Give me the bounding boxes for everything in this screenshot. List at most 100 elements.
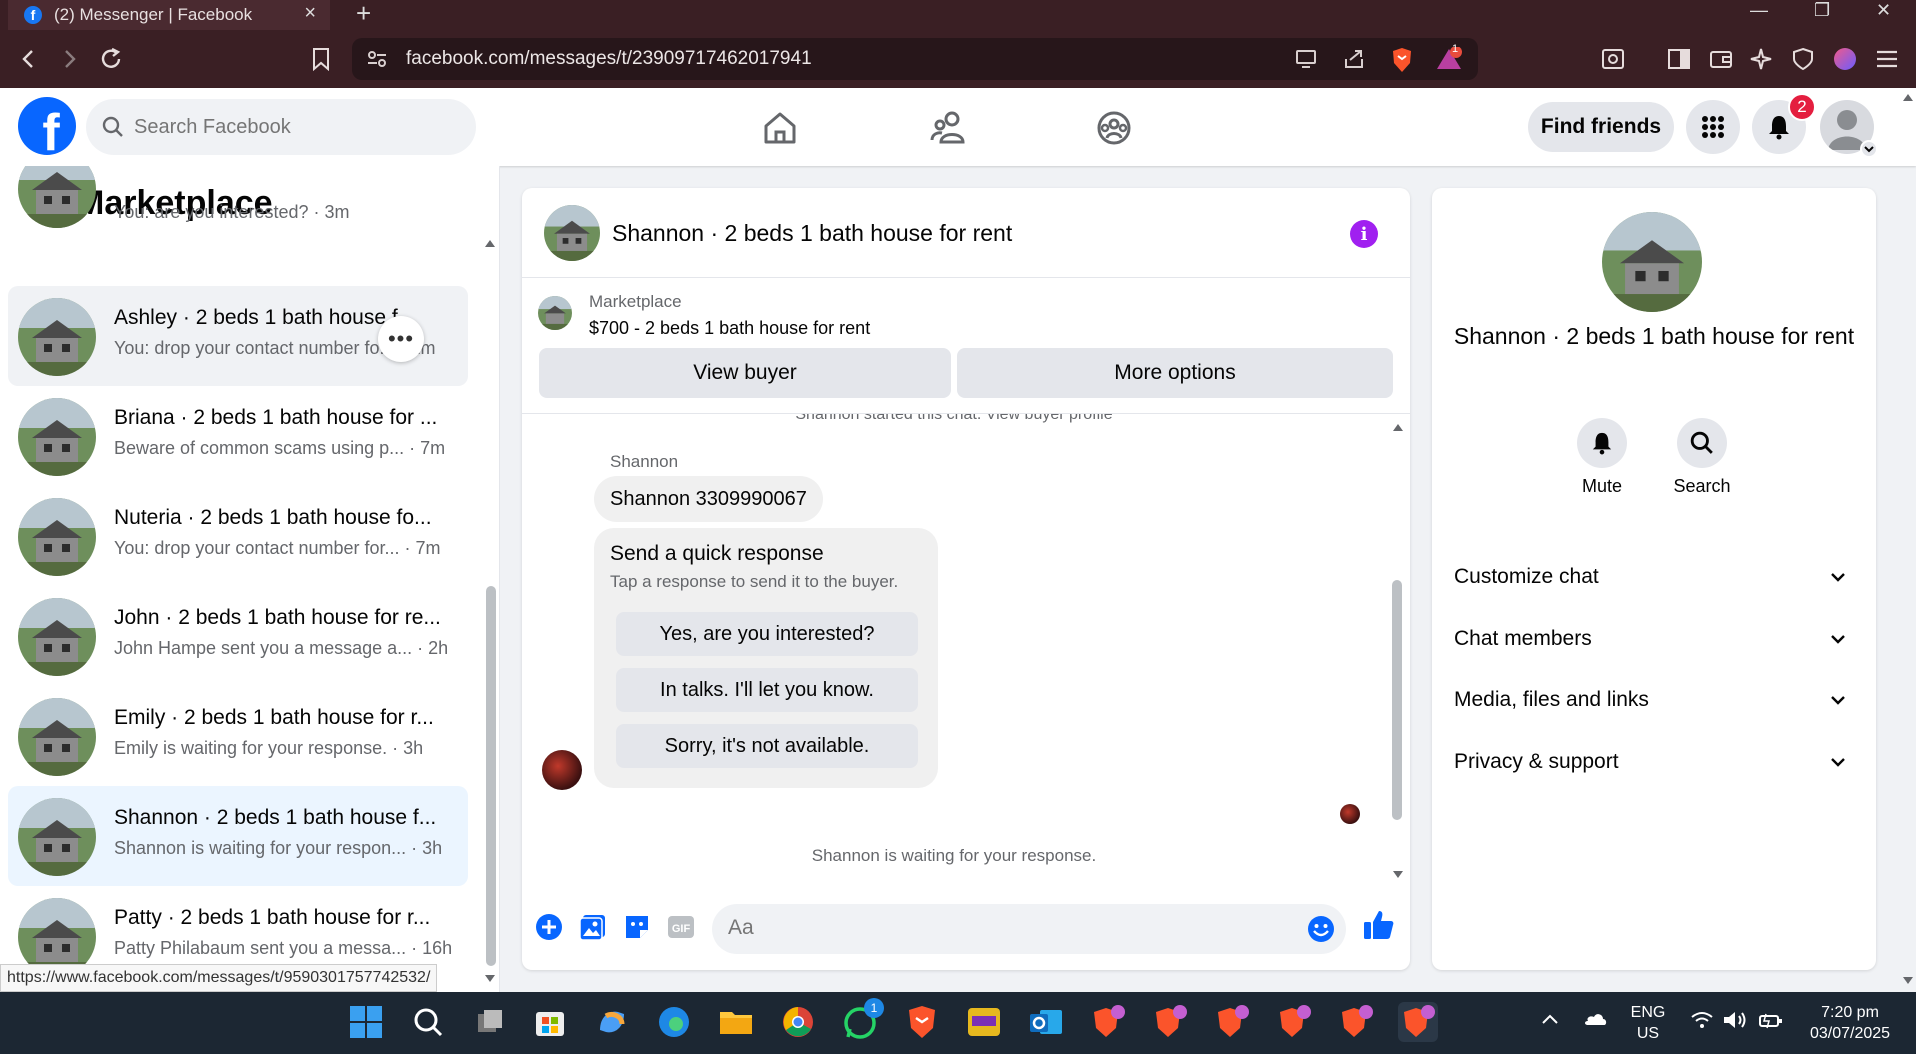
page-scroll-down-icon[interactable] xyxy=(1902,976,1914,986)
quick-response-option[interactable]: In talks. I'll let you know. xyxy=(616,668,918,712)
brave-window-icon[interactable] xyxy=(1336,1002,1376,1042)
gif-icon[interactable]: GIF xyxy=(666,912,696,942)
conversation-item-active[interactable]: Shannon · 2 beds 1 bath house f... Shann… xyxy=(8,786,468,886)
message-input[interactable] xyxy=(728,916,1268,940)
minimize-icon[interactable]: — xyxy=(1750,0,1768,21)
conversation-item[interactable]: John · 2 beds 1 bath house for re... Joh… xyxy=(8,586,468,686)
groups-icon[interactable] xyxy=(1094,108,1134,148)
brave-shields-icon[interactable] xyxy=(1390,47,1414,72)
language-indicator[interactable]: ENG US xyxy=(1628,1002,1668,1044)
listing-price[interactable]: $700 - 2 beds 1 bath house for rent xyxy=(589,318,870,339)
info-icon[interactable]: i xyxy=(1350,220,1378,248)
back-icon[interactable] xyxy=(14,44,44,74)
task-view-icon[interactable] xyxy=(470,1002,510,1042)
emoji-icon[interactable] xyxy=(1306,914,1336,944)
onedrive-icon[interactable] xyxy=(1582,1008,1608,1028)
brave-taskbar-icon[interactable] xyxy=(902,1002,942,1042)
search-conversation-button[interactable]: Search xyxy=(1662,418,1742,497)
chat-title[interactable]: Shannon · 2 beds 1 bath house for rent xyxy=(612,220,1012,247)
address-bar[interactable]: facebook.com/messages/t/2390971746201794… xyxy=(352,38,1478,80)
reload-icon[interactable] xyxy=(96,44,126,74)
brave-rewards-icon[interactable]: 1 xyxy=(1436,43,1462,71)
sidebar-toggle-icon[interactable] xyxy=(1664,44,1694,74)
copilot-icon[interactable] xyxy=(592,1002,632,1042)
more-options-icon[interactable]: ••• xyxy=(378,316,424,362)
mute-button[interactable]: Mute xyxy=(1562,418,1642,497)
brave-window-icon[interactable] xyxy=(1212,1002,1252,1042)
search-input[interactable] xyxy=(134,115,434,139)
edge-browser-icon[interactable] xyxy=(654,1002,694,1042)
browser-tab[interactable]: f (2) Messenger | Facebook × xyxy=(8,0,330,30)
forward-icon[interactable] xyxy=(54,44,84,74)
share-icon[interactable] xyxy=(1342,47,1366,71)
taskbar-search-icon[interactable] xyxy=(408,1002,448,1042)
chat-members-section[interactable]: Chat members xyxy=(1452,614,1856,664)
whatsapp-icon[interactable]: 1 xyxy=(840,998,884,1042)
conversation-item[interactable]: Briana · 2 beds 1 bath house for ... Bew… xyxy=(8,386,468,486)
sidebar-scrollbar[interactable] xyxy=(486,586,496,966)
quick-response-option[interactable]: Yes, are you interested? xyxy=(616,612,918,656)
chat-scroll-up-icon[interactable] xyxy=(1392,422,1404,432)
brave-window-icon[interactable] xyxy=(1274,1002,1314,1042)
quick-response-option[interactable]: Sorry, it's not available. xyxy=(616,724,918,768)
menu-icon[interactable] xyxy=(1872,44,1902,74)
brave-window-icon[interactable] xyxy=(1088,1002,1128,1042)
file-explorer-icon[interactable] xyxy=(716,1002,756,1042)
conversation-item[interactable]: Ashley · 2 beds 1 bath house f... You: d… xyxy=(8,286,468,386)
like-thumb-icon[interactable] xyxy=(1362,908,1394,939)
conversation-item[interactable]: Emily · 2 beds 1 bath house for r... Emi… xyxy=(8,686,468,786)
media-files-links-section[interactable]: Media, files and links xyxy=(1452,675,1856,725)
customize-chat-section[interactable]: Customize chat xyxy=(1452,552,1856,602)
privacy-support-section[interactable]: Privacy & support xyxy=(1452,737,1856,787)
chat-scrollbar[interactable] xyxy=(1392,580,1402,820)
view-buyer-button[interactable]: View buyer xyxy=(539,348,951,398)
chat-avatar[interactable] xyxy=(544,205,600,261)
friends-icon[interactable] xyxy=(928,108,968,148)
cast-icon[interactable] xyxy=(1294,47,1318,71)
volume-icon[interactable] xyxy=(1722,1010,1748,1030)
game-app-icon[interactable] xyxy=(964,1002,1004,1042)
message-input-field[interactable] xyxy=(712,904,1346,954)
site-settings-icon[interactable] xyxy=(366,49,388,69)
find-friends-button[interactable]: Find friends xyxy=(1528,102,1674,152)
battery-icon[interactable] xyxy=(1758,1010,1784,1030)
wifi-icon[interactable] xyxy=(1690,1010,1714,1030)
new-tab-icon[interactable]: + xyxy=(356,0,371,29)
reader-mode-icon[interactable] xyxy=(1598,44,1628,74)
conversation-item[interactable]: Nuteria · 2 beds 1 bath house fo... You:… xyxy=(8,486,468,586)
contact-avatar[interactable] xyxy=(1602,212,1702,312)
message-bubble[interactable]: Shannon 3309990067 xyxy=(594,476,823,522)
scroll-up-arrow-icon[interactable] xyxy=(484,238,496,248)
outlook-icon[interactable] xyxy=(1026,1002,1066,1042)
restore-icon[interactable]: ❐ xyxy=(1814,0,1830,21)
add-attachment-icon[interactable] xyxy=(534,912,564,942)
windows-start-icon[interactable] xyxy=(346,1002,386,1042)
search-bar[interactable] xyxy=(86,99,476,155)
profile-icon[interactable] xyxy=(1830,44,1860,74)
scroll-down-arrow-icon[interactable] xyxy=(484,974,496,984)
brave-window-icon[interactable] xyxy=(1150,1002,1190,1042)
window-close-icon[interactable]: ✕ xyxy=(1876,0,1891,21)
clock[interactable]: 7:20 pm 03/07/2025 xyxy=(1800,1002,1900,1044)
leo-ai-icon[interactable] xyxy=(1746,44,1776,74)
brave-window-active-icon[interactable] xyxy=(1398,1002,1438,1042)
sticker-icon[interactable] xyxy=(622,912,652,942)
photo-icon[interactable] xyxy=(578,912,608,942)
page-scroll-up-icon[interactable] xyxy=(1902,92,1914,102)
microsoft-store-icon[interactable] xyxy=(530,1002,570,1042)
close-tab-icon[interactable]: × xyxy=(304,2,316,25)
vpn-icon[interactable] xyxy=(1788,44,1818,74)
bookmark-icon[interactable] xyxy=(306,44,336,74)
chat-scroll-down-icon[interactable] xyxy=(1392,870,1404,880)
menu-grid-icon[interactable] xyxy=(1686,100,1740,154)
facebook-logo[interactable]: f xyxy=(18,97,76,155)
wallet-icon[interactable] xyxy=(1706,44,1736,74)
show-hidden-icons-icon[interactable] xyxy=(1540,1012,1560,1026)
home-icon[interactable] xyxy=(760,108,800,148)
more-options-button[interactable]: More options xyxy=(957,348,1393,398)
sender-avatar[interactable] xyxy=(542,750,582,790)
conversation-item-partial[interactable]: You: are you interested? · 3m xyxy=(8,166,468,238)
chrome-icon[interactable] xyxy=(778,1002,818,1042)
page-scrollbar[interactable] xyxy=(1900,88,1916,992)
account-chevron-icon[interactable] xyxy=(1860,140,1878,158)
